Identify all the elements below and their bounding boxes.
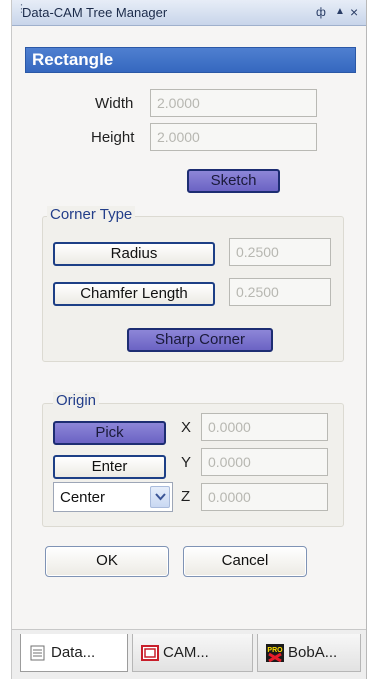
width-field[interactable]: 2.0000	[150, 89, 317, 117]
maximize-icon[interactable]: ▲	[335, 4, 345, 20]
enter-button[interactable]: Enter	[53, 455, 166, 479]
tab-data-label: Data...	[51, 644, 96, 661]
chamfer-length-button[interactable]: Chamfer Length	[53, 282, 215, 306]
tab-cam-label: CAM...	[163, 644, 209, 661]
x-label: X	[181, 419, 192, 436]
cam-icon	[141, 645, 159, 661]
pick-button[interactable]: Pick	[53, 421, 166, 445]
z-label: Z	[181, 488, 191, 505]
section-title: Rectangle	[32, 50, 114, 69]
height-field[interactable]: 2.0000	[150, 123, 317, 151]
y-label: Y	[181, 454, 192, 471]
window-title: Data-CAM Tree Manager	[22, 5, 168, 20]
corner-type-title: Corner Type	[47, 206, 136, 223]
origin-x-field[interactable]: 0.0000	[201, 413, 328, 441]
panel-tab-bar: Data... CAM... PRO BobA...	[12, 629, 366, 679]
chevron-down-icon[interactable]	[150, 486, 170, 508]
title-bar[interactable]: ⋮ Data-CAM Tree Manager ф ▲ ×	[12, 0, 366, 26]
height-label: Height	[91, 129, 135, 146]
width-label: Width	[95, 95, 134, 112]
pro-icon: PRO	[266, 644, 284, 662]
list-icon	[30, 645, 45, 661]
section-header: Rectangle	[25, 47, 356, 73]
ok-button[interactable]: OK	[45, 546, 169, 577]
origin-title: Origin	[53, 392, 100, 409]
origin-mode-value: Center	[60, 489, 106, 506]
origin-mode-select[interactable]: Center	[53, 482, 173, 512]
sketch-button[interactable]: Sketch	[187, 169, 280, 193]
grip-icon[interactable]: ⋮	[16, 4, 27, 19]
sharp-corner-button[interactable]: Sharp Corner	[127, 328, 273, 352]
radius-field[interactable]: 0.2500	[229, 238, 331, 266]
tab-data[interactable]: Data...	[20, 634, 128, 672]
origin-z-field[interactable]: 0.0000	[201, 483, 328, 511]
close-icon[interactable]: ×	[350, 4, 358, 20]
radius-button[interactable]: Radius	[53, 242, 215, 266]
tree-manager-panel: ⋮ Data-CAM Tree Manager ф ▲ × Rectangle …	[11, 0, 367, 679]
cancel-button[interactable]: Cancel	[183, 546, 307, 577]
pin-icon[interactable]: ф	[316, 4, 326, 20]
origin-y-field[interactable]: 0.0000	[201, 448, 328, 476]
chamfer-length-field[interactable]: 0.2500	[229, 278, 331, 306]
tab-boba-label: BobA...	[288, 644, 338, 661]
tab-boba[interactable]: PRO BobA...	[257, 634, 361, 672]
tab-cam[interactable]: CAM...	[132, 634, 253, 672]
